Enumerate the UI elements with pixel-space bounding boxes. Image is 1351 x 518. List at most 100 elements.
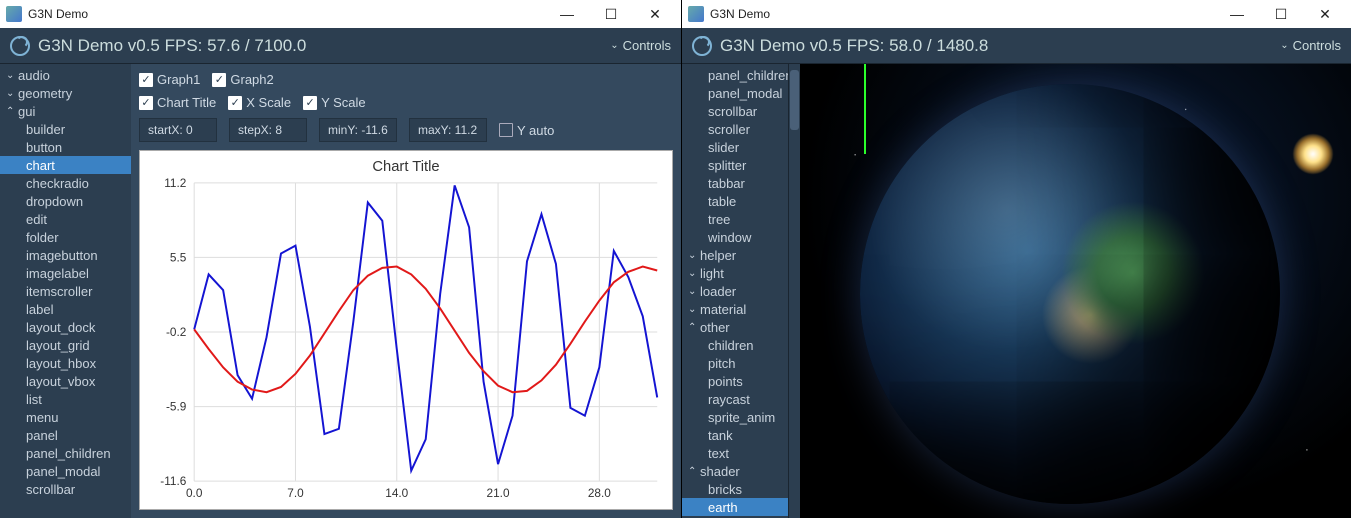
controls-dropdown[interactable]: ⌄ Controls [610, 38, 671, 53]
maximize-icon[interactable]: ☐ [589, 0, 633, 28]
tree-item-audio[interactable]: ⌄audio [0, 66, 131, 84]
sidebar-tree[interactable]: ⌄audio⌄geometry⌃guibuilder button chart che… [0, 64, 131, 518]
tree-item-itemscroller[interactable]: itemscroller [0, 282, 131, 300]
tree-item-button[interactable]: button [0, 138, 131, 156]
checkbox-checked-icon: ✓ [139, 96, 153, 110]
tree-item-layout_hbox[interactable]: layout_hbox [0, 354, 131, 372]
tree-item-checkradio[interactable]: checkradio [0, 174, 131, 192]
sun-light [1293, 134, 1333, 174]
tree-item-label: panel_children [26, 446, 111, 461]
tree-item-folder[interactable]: folder [0, 228, 131, 246]
tree-item-splitter[interactable]: splitter [682, 156, 800, 174]
tree-item-menu[interactable]: menu [0, 408, 131, 426]
sidebar-tree[interactable]: panel_childrenpanel_modalscrollbar scroll… [682, 64, 800, 518]
tree-item-shader[interactable]: ⌃shader [682, 462, 800, 480]
tree-item-panel_modal[interactable]: panel_modal [682, 84, 800, 102]
tree-item-label: menu [26, 410, 59, 425]
controls-dropdown[interactable]: ⌄ Controls [1280, 38, 1341, 53]
tree-item-other[interactable]: ⌃other [682, 318, 800, 336]
tree-item-list[interactable]: list [0, 390, 131, 408]
titlebar[interactable]: G3N Demo — ☐ ✕ [0, 0, 681, 28]
svg-text:0.0: 0.0 [186, 486, 203, 500]
checkbox-chart-title[interactable]: ✓Chart Title [139, 95, 216, 110]
svg-text:-11.6: -11.6 [160, 474, 186, 488]
tree-item-panel_children[interactable]: panel_children [0, 444, 131, 462]
tree-item-slider[interactable]: slider [682, 138, 800, 156]
tree-item-dropdown[interactable]: dropdown [0, 192, 131, 210]
tree-item-label: scroller [708, 122, 750, 137]
checkbox-graph1[interactable]: ✓Graph1 [139, 72, 200, 87]
checkbox-checked-icon: ✓ [139, 73, 153, 87]
checkbox-y-auto[interactable]: Y auto [499, 123, 554, 138]
svg-text:Chart Title: Chart Title [372, 159, 439, 175]
checkbox-x-scale[interactable]: ✓ X Scale [228, 95, 291, 110]
app-icon [688, 6, 704, 22]
tree-item-tree[interactable]: tree [682, 210, 800, 228]
tree-item-label: tank [708, 428, 733, 443]
tree-item-tabbar[interactable]: tabbar [682, 174, 800, 192]
tree-item-window[interactable]: window [682, 228, 800, 246]
tree-item-earth[interactable]: earth [682, 498, 800, 516]
minimize-icon[interactable]: — [545, 0, 589, 28]
maximize-icon[interactable]: ☐ [1259, 0, 1303, 28]
tree-item-label[interactable]: label [0, 300, 131, 318]
tree-item-panel_modal[interactable]: panel_modal [0, 462, 131, 480]
tree-item-label: button [26, 140, 62, 155]
tree-item-layout_vbox[interactable]: layout_vbox [0, 372, 131, 390]
minimize-icon[interactable]: — [1215, 0, 1259, 28]
tree-item-builder[interactable]: builder [0, 120, 131, 138]
tree-item-panel[interactable]: panel [0, 426, 131, 444]
tree-item-scrollbar[interactable]: scrollbar [0, 480, 131, 498]
checkbox-label: Y Scale [321, 95, 366, 110]
input-startx[interactable]: startX: 0 [139, 118, 217, 142]
tree-item-label: scrollbar [26, 482, 75, 497]
close-icon[interactable]: ✕ [1303, 0, 1347, 28]
tree-item-loader[interactable]: ⌄loader [682, 282, 800, 300]
tree-item-layout_grid[interactable]: layout_grid [0, 336, 131, 354]
viewport-3d[interactable] [800, 64, 1351, 518]
tree-item-edit[interactable]: edit [0, 210, 131, 228]
tree-item-label: layout_grid [26, 338, 90, 353]
tree-item-text[interactable]: text [682, 444, 800, 462]
tree-item-label: pitch [708, 356, 735, 371]
tree-item-geometry[interactable]: ⌄geometry [0, 84, 131, 102]
tree-item-helper[interactable]: ⌄helper [682, 246, 800, 264]
tree-item-table[interactable]: table [682, 192, 800, 210]
tree-item-sprite_anim[interactable]: sprite_anim [682, 408, 800, 426]
tree-item-label: layout_dock [26, 320, 95, 335]
tree-item-scrollbar[interactable]: scrollbar [682, 102, 800, 120]
input-miny[interactable]: minY: -11.6 [319, 118, 397, 142]
titlebar[interactable]: G3N Demo — ☐ ✕ [682, 0, 1351, 28]
scrollbar[interactable] [788, 64, 800, 518]
checkbox-y-scale[interactable]: ✓Y Scale [303, 95, 366, 110]
tree-item-gui[interactable]: ⌃gui [0, 102, 131, 120]
tree-item-tank[interactable]: tank [682, 426, 800, 444]
chart: Chart Title-11.6-5.9-0.25.511.20.07.014.… [139, 150, 673, 510]
tree-item-raycast[interactable]: raycast [682, 390, 800, 408]
tree-item-layout_dock[interactable]: layout_dock [0, 318, 131, 336]
tree-item-bricks[interactable]: bricks [682, 480, 800, 498]
tree-item-label: chart [26, 158, 55, 173]
tree-item-children[interactable]: children [682, 336, 800, 354]
checkbox-graph2[interactable]: ✓Graph2 [212, 72, 273, 87]
input-maxy[interactable]: maxY: 11.2 [409, 118, 487, 142]
tree-item-label: label [26, 302, 53, 317]
tree-item-imagelabel[interactable]: imagelabel [0, 264, 131, 282]
close-icon[interactable]: ✕ [633, 0, 677, 28]
scrollbar-thumb[interactable] [790, 70, 799, 130]
tree-item-label: checkradio [26, 176, 89, 191]
tree-item-points[interactable]: points [682, 372, 800, 390]
tree-item-panel_children[interactable]: panel_children [682, 66, 800, 84]
input-stepx[interactable]: stepX: 8 [229, 118, 307, 142]
tree-item-scroller[interactable]: scroller [682, 120, 800, 138]
tree-item-imagebutton[interactable]: imagebutton [0, 246, 131, 264]
tree-item-light[interactable]: ⌄light [682, 264, 800, 282]
tree-item-pitch[interactable]: pitch [682, 354, 800, 372]
tree-item-label: earth [708, 500, 738, 515]
tree-item-label: points [708, 374, 743, 389]
checkbox-label: X Scale [246, 95, 291, 110]
tree-item-material[interactable]: ⌄material [682, 300, 800, 318]
tree-item-chart[interactable]: chart [0, 156, 131, 174]
checkbox-checked-icon: ✓ [228, 96, 242, 110]
chevron-up-icon: ⌃ [688, 322, 700, 333]
